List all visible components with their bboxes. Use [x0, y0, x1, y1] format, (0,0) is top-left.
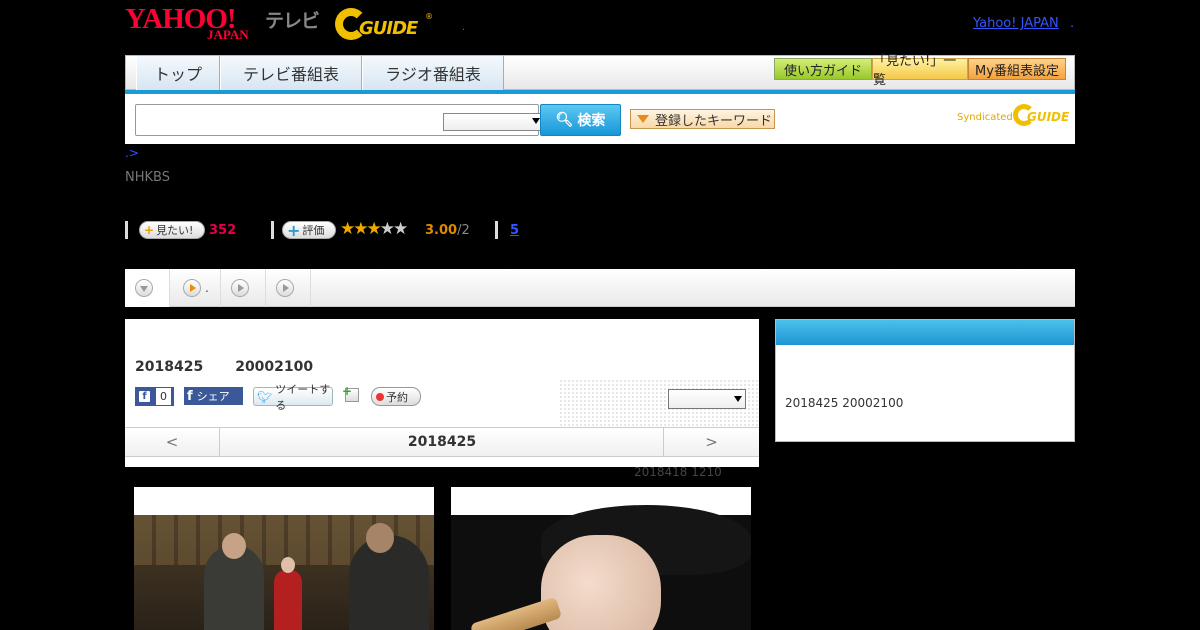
next-day-button[interactable]: > — [663, 428, 759, 456]
facebook-icon: f — [139, 391, 150, 402]
program-select[interactable] — [668, 389, 746, 409]
rate-label: 評価 — [302, 224, 325, 237]
search-bar: 🔍︎ 検索 登録したキーワード Syndicated GUIDE — [125, 94, 1075, 144]
watchlist-button[interactable]: 「見たい!」一覧 — [872, 54, 968, 88]
program-subtabs: . — [125, 269, 1075, 307]
syndicated-label: Syndicated — [957, 112, 1013, 123]
tab-top[interactable]: トップ — [136, 56, 220, 90]
reviews-link[interactable]: 5 — [510, 223, 519, 238]
divider — [271, 221, 274, 239]
add-calendar-icon[interactable]: + — [342, 384, 359, 402]
rate-button[interactable]: + 評価 — [282, 220, 336, 240]
divider — [125, 221, 128, 239]
tv-logo-label[interactable]: テレビ — [265, 6, 320, 33]
star-icon: ★ — [379, 219, 395, 239]
want-count: 352 — [209, 223, 237, 238]
sidebar-header — [776, 320, 1074, 345]
facebook-share-button[interactable]: f シェア — [184, 387, 243, 405]
facebook-icon: f — [187, 388, 193, 404]
plus-icon: + — [144, 223, 155, 237]
chevron-down-circle-icon — [135, 279, 153, 297]
share-label: シェア — [196, 390, 230, 403]
channel-name: NHKBS — [125, 170, 170, 185]
twitter-bird-icon: 🐦︎ — [257, 389, 273, 404]
divider — [495, 221, 498, 239]
facebook-like-button[interactable]: f 0 — [135, 387, 174, 406]
header-separator: . — [462, 22, 466, 33]
chevron-down-icon — [532, 118, 540, 124]
play-circle-icon — [276, 279, 294, 297]
program-thumbnail[interactable] — [451, 487, 751, 630]
search-button[interactable]: 🔍︎ 検索 — [540, 104, 621, 136]
prev-day-button[interactable]: < — [125, 428, 220, 456]
program-time: 20002100 — [235, 359, 314, 375]
tab-radio-schedule[interactable]: ラジオ番組表 — [362, 56, 504, 90]
search-category-select[interactable] — [443, 113, 543, 131]
facebook-like-count: 0 — [156, 388, 171, 405]
program-datetime: 2018425 20002100 — [135, 359, 313, 375]
search-input[interactable] — [135, 104, 543, 136]
rebroadcast-note: 2018418 1210 — [634, 465, 722, 479]
thumbnail-image — [451, 505, 751, 630]
subtab-2[interactable]: . — [173, 269, 221, 307]
star-icon: ★ — [340, 219, 355, 239]
my-schedule-button[interactable]: My番組表設定 — [968, 58, 1066, 80]
plus-icon: + — [287, 220, 301, 240]
syndicated-logo-text: GUIDE — [1027, 110, 1070, 124]
record-label: 予約 — [386, 390, 408, 404]
want-label: 見たい! — [156, 224, 194, 237]
sidebar-panel: 2018425 20002100 — [775, 319, 1075, 442]
subtab-1[interactable] — [125, 269, 170, 307]
star-rating: ★★★★★ — [340, 219, 408, 239]
program-panel: 2018425 20002100 f 0 f シェア 🐦︎ ツイートする + 予約… — [125, 319, 759, 467]
tweet-button[interactable]: 🐦︎ ツイートする — [253, 383, 333, 412]
header-trailing-dot: . — [1070, 16, 1075, 31]
current-date: 2018425 — [407, 434, 477, 450]
japan-logo-text: JAPAN — [207, 27, 249, 42]
program-date: 2018425 — [135, 359, 204, 375]
syndicated-gguide-logo: Syndicated GUIDE — [957, 104, 1069, 126]
tab-tv-schedule[interactable]: テレビ番組表 — [220, 56, 362, 90]
saved-keywords-button[interactable]: 登録したキーワード — [630, 109, 775, 129]
want-to-watch-button[interactable]: + 見たい! — [139, 221, 205, 239]
sidebar-datetime: 2018425 20002100 — [785, 396, 904, 410]
record-dot-icon — [376, 392, 384, 401]
tweet-label: ツイートする — [275, 382, 331, 412]
yahoo-japan-link[interactable]: Yahoo! JAPAN — [973, 16, 1059, 31]
star-icon: ★ — [366, 219, 382, 239]
main-nav: トップ テレビ番組表 ラジオ番組表 使い方ガイド 「見たい!」一覧 My番組表設… — [125, 54, 1075, 90]
chevron-down-icon — [734, 396, 742, 402]
guide-button[interactable]: 使い方ガイド — [774, 58, 872, 80]
rating-denominator: /2 — [457, 223, 470, 238]
subtab-4[interactable] — [266, 269, 311, 307]
play-circle-icon — [231, 279, 249, 297]
subtab-3[interactable] — [221, 269, 266, 307]
subtab-label: . — [205, 281, 209, 295]
search-icon: 🔍︎ — [555, 112, 574, 128]
breadcrumb[interactable]: .> — [125, 146, 139, 160]
dropdown-arrow-icon — [637, 115, 649, 123]
saved-keywords-label: 登録したキーワード — [655, 113, 773, 129]
gguide-logo-text: GUIDE — [359, 18, 418, 39]
thumbnail-image — [134, 515, 434, 630]
star-icon: ★ — [353, 219, 368, 239]
gguide-logo[interactable]: GUIDE ® — [335, 8, 433, 40]
date-pager: < 2018425 > — [125, 427, 759, 457]
program-thumbnail[interactable] — [134, 487, 434, 630]
rating-value: 3.00/2 — [425, 223, 470, 238]
search-button-label: 検索 — [577, 113, 606, 129]
rating-score: 3.00 — [425, 223, 458, 238]
record-button[interactable]: 予約 — [371, 387, 421, 406]
star-icon: ★ — [393, 219, 408, 239]
play-circle-icon — [183, 279, 201, 297]
registered-mark: ® — [425, 12, 433, 21]
